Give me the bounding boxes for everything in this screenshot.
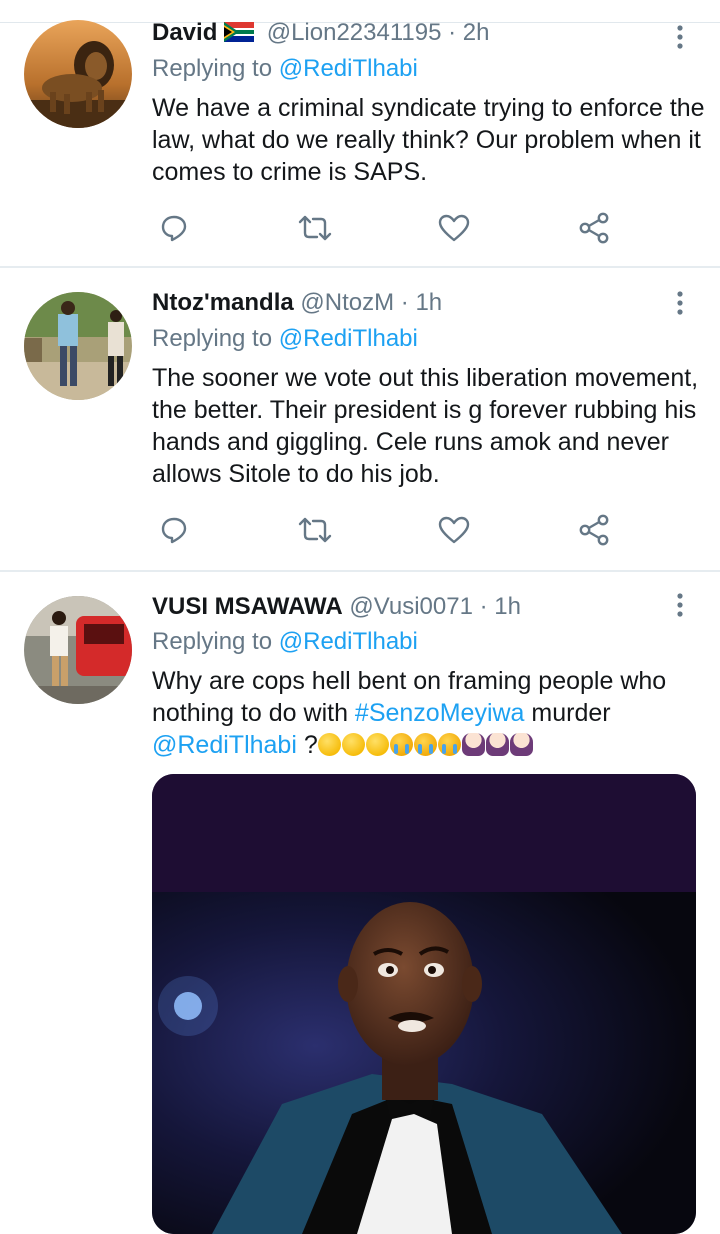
crying-face-emoji-icon — [437, 733, 461, 756]
retweet-button[interactable] — [293, 206, 337, 250]
share-icon — [579, 212, 609, 244]
like-button[interactable] — [432, 206, 476, 250]
tweet-text: Why are cops hell bent on framing people… — [152, 665, 712, 761]
display-name[interactable]: VUSI MSAWAWA — [152, 593, 343, 620]
share-button[interactable] — [572, 508, 616, 552]
avatar[interactable] — [24, 596, 132, 704]
south-africa-flag-icon — [224, 20, 255, 50]
tweet-text: We have a criminal syndicate trying to e… — [152, 94, 705, 186]
retweet-icon — [298, 215, 332, 241]
replying-to-line: Replying to @RediTlhabi — [152, 324, 418, 354]
tweet-media-image[interactable] — [152, 774, 696, 1234]
replying-to-line: Replying to @RediTlhabi — [152, 54, 418, 84]
thinking-face-emoji-icon — [341, 733, 365, 756]
separator-dot: · — [400, 289, 409, 316]
crying-face-emoji-icon — [413, 733, 437, 756]
thinking-face-emoji-icon — [365, 733, 389, 756]
hashtag-link[interactable]: #SenzoMeyiwa — [355, 699, 525, 727]
shrug-emoji-icon — [461, 733, 485, 756]
avatar[interactable] — [24, 20, 132, 128]
timestamp[interactable]: 1h — [494, 593, 521, 620]
lion-avatar-image — [24, 20, 132, 128]
reply-button[interactable] — [152, 508, 196, 552]
timestamp[interactable]: 1h — [415, 289, 442, 316]
more-vertical-icon[interactable] — [670, 288, 690, 318]
tweet-divider — [0, 266, 720, 268]
replying-to-label: Replying to — [152, 325, 273, 352]
crying-face-emoji-icon — [389, 733, 413, 756]
reply-button[interactable] — [152, 206, 196, 250]
man-car-avatar-image — [24, 596, 132, 704]
user-handle[interactable]: @Vusi0071 — [349, 593, 473, 620]
avatar[interactable] — [24, 292, 132, 400]
tweet-header: Ntoz'mandla @NtozM · 1h — [152, 288, 442, 318]
timestamp[interactable]: 2h — [463, 19, 490, 46]
share-button[interactable] — [572, 206, 616, 250]
separator-dot: · — [448, 19, 457, 46]
replying-to-mention[interactable]: @RediTlhabi — [279, 628, 418, 655]
replying-to-line: Replying to @RediTlhabi — [152, 627, 418, 657]
heart-icon — [438, 214, 470, 242]
retweet-button[interactable] — [293, 508, 337, 552]
tweet-text-part: murder — [524, 699, 611, 727]
like-button[interactable] — [432, 508, 476, 552]
mention-link[interactable]: @RediTlhabi — [152, 731, 297, 759]
replying-to-mention[interactable]: @RediTlhabi — [279, 55, 418, 82]
tweet-divider — [0, 570, 720, 572]
user-handle[interactable]: @NtozM — [300, 289, 394, 316]
shrug-emoji-icon — [509, 733, 533, 756]
retweet-icon — [298, 517, 332, 543]
thinking-face-emoji-icon — [317, 733, 341, 756]
tweet-text: The sooner we vote out this liberation m… — [152, 364, 699, 488]
heart-icon — [438, 516, 470, 544]
more-vertical-icon[interactable] — [670, 22, 690, 52]
tweet-header: David @Lion22341195 · 2h — [152, 18, 490, 50]
display-name[interactable]: David — [152, 19, 217, 46]
replying-to-label: Replying to — [152, 628, 273, 655]
tweet-header: VUSI MSAWAWA @Vusi0071 · 1h — [152, 592, 521, 622]
more-vertical-icon[interactable] — [670, 590, 690, 620]
display-name[interactable]: Ntoz'mandla — [152, 289, 294, 316]
share-icon — [579, 514, 609, 546]
replying-to-label: Replying to — [152, 55, 273, 82]
man-in-tuxedo-photo — [152, 774, 696, 1234]
user-handle[interactable]: @Lion22341195 — [267, 19, 442, 46]
shrug-emoji-icon — [485, 733, 509, 756]
reply-icon — [161, 517, 187, 544]
people-avatar-image — [24, 292, 132, 400]
separator-dot: · — [479, 593, 488, 620]
tweet-text-part: ? — [296, 731, 318, 759]
replying-to-mention[interactable]: @RediTlhabi — [279, 325, 418, 352]
reply-icon — [161, 215, 187, 242]
